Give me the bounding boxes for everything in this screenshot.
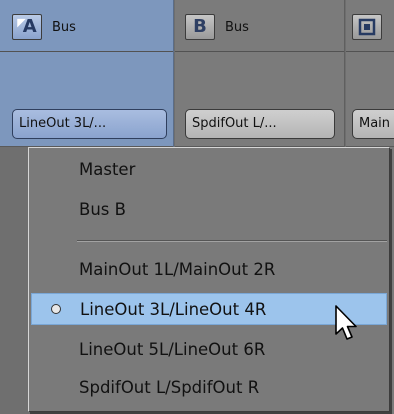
bus-label-a: Bus	[52, 20, 76, 35]
mouse-cursor-icon	[335, 305, 357, 340]
bus-letter-b: B	[193, 16, 207, 37]
bus-label-b: Bus	[225, 20, 249, 35]
strip-header-b: B Bus	[175, 0, 344, 52]
strip-header-c	[346, 0, 394, 52]
bus-letter-b-button[interactable]: B	[185, 14, 215, 40]
menu-item-mainout[interactable]: MainOut 1L/MainOut 2R	[31, 254, 387, 286]
strip-header-a: ◤A Bus	[0, 0, 173, 52]
menu-item-spdifout[interactable]: SpdifOut L/SpdifOut R	[31, 372, 387, 404]
output-select-b-button[interactable]: SpdifOut L/...	[185, 109, 335, 139]
menu-item-bus-b[interactable]: Bus B	[31, 194, 387, 226]
output-dropdown-menu: Master Bus B MainOut 1L/MainOut 2R LineO…	[28, 147, 390, 412]
menu-item-master[interactable]: Master	[31, 154, 387, 186]
bus-letter-c-button[interactable]	[352, 14, 382, 40]
menu-separator	[77, 240, 387, 242]
bus-letter-a-button[interactable]: ◤A	[12, 14, 42, 40]
output-select-c-button[interactable]: Main	[352, 109, 394, 139]
menu-item-label: LineOut 3L/LineOut 4R	[80, 300, 267, 319]
output-select-a-button[interactable]: LineOut 3L/...	[12, 109, 167, 139]
selected-radio-icon	[51, 304, 61, 314]
square-icon	[358, 18, 376, 36]
